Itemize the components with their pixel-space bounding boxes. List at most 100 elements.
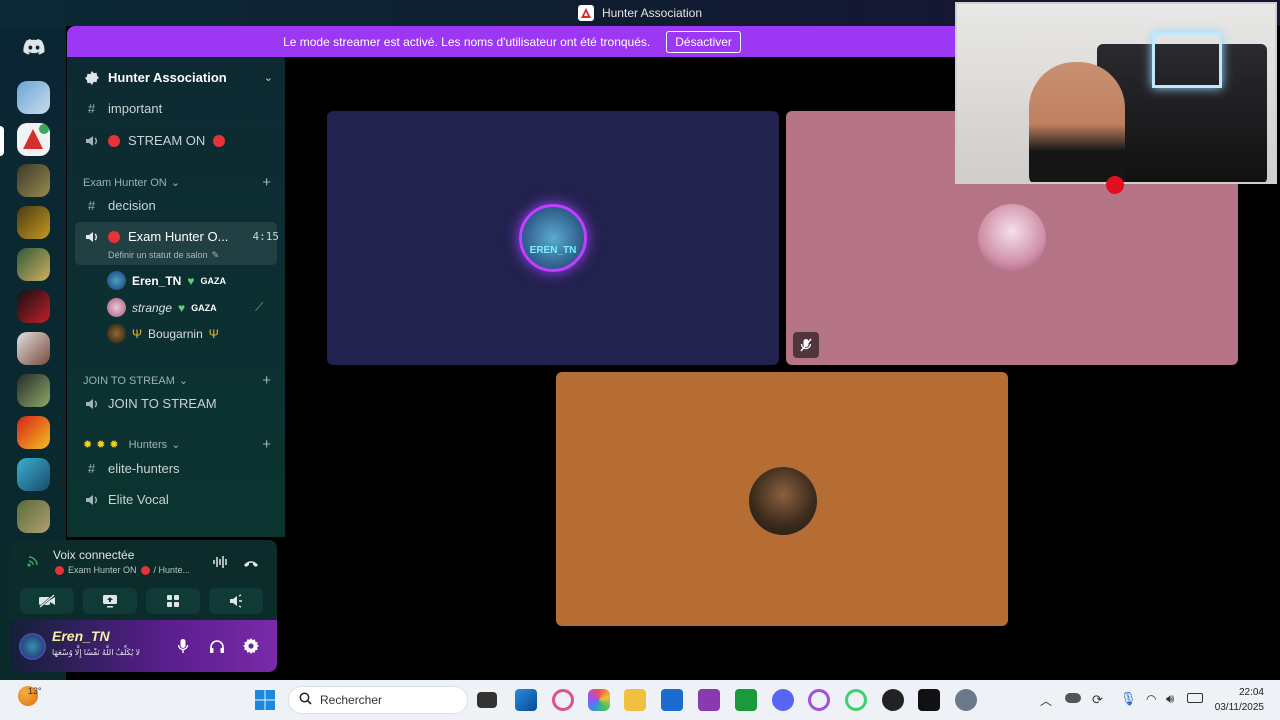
microphone-icon[interactable] [177, 638, 189, 659]
avatar [107, 298, 126, 317]
member-name: strange [132, 300, 173, 315]
add-channel-icon[interactable]: + [262, 436, 271, 453]
voice-connection-panel: Voix connectée Exam Hunter ON / Hunte... [10, 540, 277, 620]
chevron-up-icon[interactable]: ︿ [1040, 692, 1052, 709]
server-icon-7[interactable] [17, 332, 50, 365]
headphones-icon[interactable] [209, 639, 225, 658]
opera-air-icon[interactable] [845, 689, 867, 711]
channel-label: JOIN TO STREAM [108, 396, 217, 411]
battery-icon[interactable] [1187, 693, 1203, 703]
app-icon[interactable] [698, 689, 720, 711]
channel-label: STREAM ON [128, 133, 206, 148]
copilot-icon[interactable] [588, 689, 610, 711]
obs-icon[interactable] [882, 689, 904, 711]
opera-icon[interactable] [552, 689, 574, 711]
category-exam-hunter[interactable]: Exam Hunter ON ⌄ + [83, 174, 271, 191]
soundboard-button[interactable] [209, 588, 263, 614]
member-tag: GAZA [200, 275, 226, 286]
channel-label: decision [108, 198, 156, 213]
pencil-icon: ✎ [211, 250, 220, 260]
server-icon-1[interactable] [17, 81, 50, 114]
channel-label: important [108, 101, 163, 116]
store-icon[interactable] [661, 689, 683, 711]
chevron-down-icon: ⌄ [170, 177, 180, 189]
chevron-down-icon: ⌄ [178, 375, 189, 387]
nvidia-icon[interactable] [918, 689, 940, 711]
disconnect-icon[interactable] [243, 556, 259, 574]
chevron-down-icon: ⌄ [263, 72, 273, 84]
participant-tile-bougarnin[interactable] [556, 372, 1008, 626]
member-name: Bougarnin [148, 326, 203, 341]
settings-icon[interactable] [955, 689, 977, 711]
server-icon-9[interactable] [17, 416, 50, 449]
voice-member[interactable]: strange ♥ GAZA [107, 298, 217, 317]
speaker-icon [83, 132, 100, 149]
discord-icon[interactable] [772, 689, 794, 711]
screen-share-button[interactable] [83, 588, 137, 614]
sync-icon[interactable]: ⟳ [1092, 692, 1103, 708]
server-icon-6[interactable] [17, 290, 50, 323]
category-hunters[interactable]: ✹✹✹ Hunters ⌄ + [83, 436, 271, 453]
channel-elite-hunters[interactable]: # elite-hunters [83, 460, 279, 477]
add-channel-icon[interactable]: + [262, 174, 271, 191]
server-icon-10[interactable] [17, 458, 50, 491]
active-channel-row[interactable]: Exam Hunter O... 4:15 [83, 228, 279, 245]
channel-stream-on[interactable]: STREAM ON [83, 132, 279, 149]
avatar-label: EREN_TN [529, 245, 577, 256]
server-badge-icon [83, 69, 100, 86]
channel-decision[interactable]: # decision [83, 197, 279, 214]
channel-sidebar: Hunter Association ⌄ # important STREAM … [67, 57, 285, 537]
server-icon-8[interactable] [17, 374, 50, 407]
server-header[interactable]: Hunter Association ⌄ [83, 69, 279, 86]
channel-important[interactable]: # important [83, 100, 279, 117]
onedrive-icon[interactable] [1065, 693, 1081, 703]
start-menu-icon[interactable] [254, 689, 276, 711]
category-join-to-stream[interactable]: JOIN TO STREAM ⌄ + [83, 372, 271, 389]
voice-member[interactable]: Ψ Bougarnin Ψ [107, 324, 219, 343]
activities-button[interactable] [146, 588, 200, 614]
server-icon-5[interactable] [17, 248, 50, 281]
chevron-down-icon: ⌄ [171, 439, 181, 451]
banner-message: Le mode streamer est activé. Les noms d'… [283, 34, 651, 49]
search-icon [299, 692, 312, 708]
connection-signal-icon [26, 554, 40, 573]
participant-avatar [749, 467, 817, 535]
server-name: Hunter Association [108, 70, 227, 85]
username: Eren_TN [52, 628, 110, 644]
system-clock[interactable]: 22:04 03/11/2025 [1215, 685, 1264, 715]
participant-avatar [978, 204, 1046, 272]
server-icon-hunter-association[interactable] [17, 123, 50, 156]
streamer-mode-banner: Le mode streamer est activé. Les noms d'… [67, 26, 957, 57]
server-icon-4[interactable] [17, 206, 50, 239]
clock-date: 03/11/2025 [1214, 702, 1264, 713]
file-explorer-icon[interactable] [624, 689, 646, 711]
channel-elite-vocal[interactable]: Elite Vocal [83, 491, 279, 508]
category-label: Hunters [128, 438, 168, 451]
voice-channel-info[interactable]: Exam Hunter ON / Hunte... [55, 565, 190, 575]
voice-status: Voix connectée [53, 548, 135, 562]
speaker-icon [83, 491, 100, 508]
mic-tray-icon[interactable]: 🎙 [1120, 691, 1137, 707]
server-icon-3[interactable] [17, 164, 50, 197]
participant-tile-eren[interactable]: EREN_TN [327, 111, 779, 365]
voice-member[interactable]: Eren_TN ♥ GAZA [107, 271, 226, 290]
task-view-icon[interactable] [477, 692, 497, 708]
xbox-icon[interactable] [735, 689, 757, 711]
discord-home-icon[interactable] [17, 30, 50, 63]
voice-channel-name: Exam Hunter ON [68, 565, 137, 575]
channel-join-to-stream[interactable]: JOIN TO STREAM [83, 395, 279, 412]
user-avatar[interactable] [19, 633, 46, 660]
volume-icon[interactable]: 🔊︎ [1166, 691, 1174, 707]
opera-gx-icon[interactable] [808, 689, 830, 711]
add-channel-icon[interactable]: + [262, 372, 271, 389]
noise-suppression-icon[interactable] [213, 555, 229, 574]
taskbar-search[interactable]: Rechercher [288, 686, 468, 714]
settings-gear-icon[interactable] [243, 638, 259, 659]
wifi-icon[interactable]: ◠ [1146, 692, 1156, 706]
set-channel-status[interactable]: Définir un statut de salon ✎ [108, 250, 219, 261]
clock-time: 22:04 [1238, 687, 1264, 698]
widgets-icon[interactable] [515, 689, 537, 711]
camera-off-button[interactable] [20, 588, 74, 614]
server-icon-11[interactable] [17, 500, 50, 533]
disable-streamer-mode-button[interactable]: Désactiver [666, 30, 741, 53]
